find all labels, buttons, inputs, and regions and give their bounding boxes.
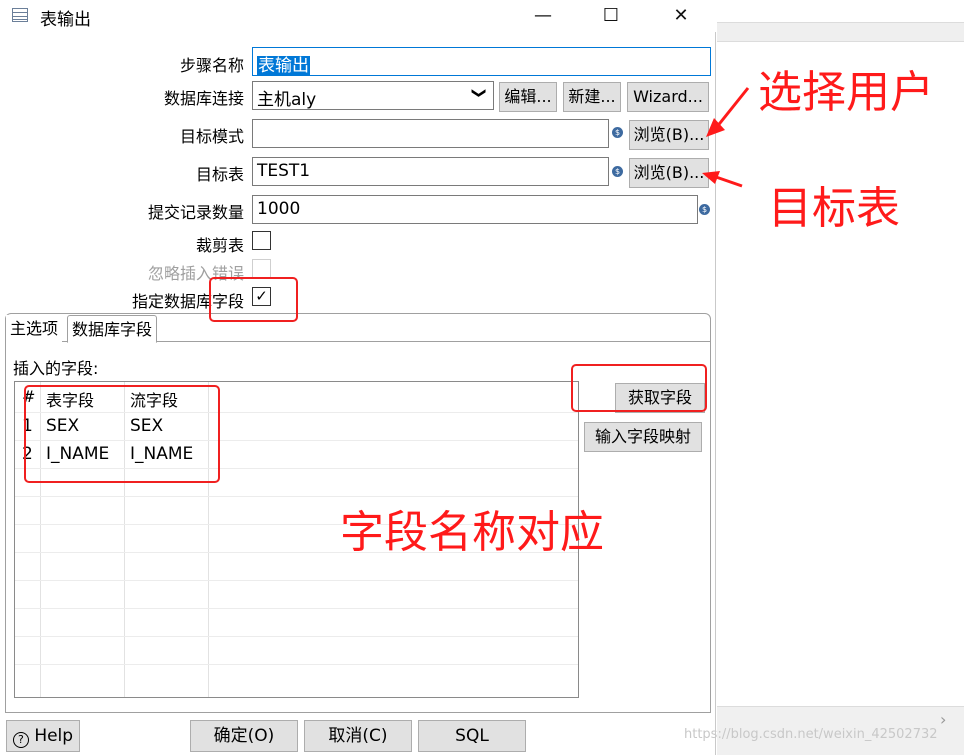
sql-button[interactable]: SQL bbox=[418, 720, 526, 752]
background-toolbar bbox=[717, 22, 964, 42]
connection-value: 主机aly bbox=[257, 90, 317, 110]
field-mapping-button[interactable]: 输入字段映射 bbox=[584, 422, 702, 452]
chevron-down-icon: ❯ bbox=[471, 87, 488, 99]
schema-label: 目标模式 bbox=[179, 127, 244, 146]
arrow-to-browse-schema bbox=[714, 87, 750, 129]
target-table-label: 目标表 bbox=[195, 165, 244, 184]
tab-database-fields[interactable]: 数据库字段 bbox=[67, 315, 158, 343]
annotation-target-table: 目标表 bbox=[768, 183, 900, 234]
wizard-button[interactable]: Wizard... bbox=[627, 82, 709, 112]
minimize-button[interactable]: — bbox=[520, 4, 566, 28]
step-name-value: 表输出 bbox=[257, 56, 310, 76]
connection-select[interactable]: 主机aly ❯ bbox=[252, 81, 494, 110]
annotation-choose-user: 选择用户 bbox=[758, 67, 934, 118]
title-bar: 表输出 — ☐ ✕ bbox=[0, 0, 716, 32]
arrow-to-browse-table bbox=[715, 175, 743, 188]
ignore-errors-checkbox[interactable] bbox=[252, 259, 271, 278]
variable-icon: $ bbox=[612, 127, 623, 138]
annotation-arrows bbox=[702, 87, 750, 188]
step-name-input[interactable]: 表输出 bbox=[252, 47, 711, 76]
target-table-input[interactable]: TEST1 bbox=[252, 157, 609, 186]
fields-caption: 插入的字段: bbox=[13, 359, 99, 378]
new-connection-button[interactable]: 新建... bbox=[563, 82, 621, 112]
maximize-button[interactable]: ☐ bbox=[588, 4, 634, 28]
annotation-box-field-rows bbox=[24, 385, 220, 483]
screen: › 表输出 — ☐ ✕ 步骤名称 表输出 数据库连接 主机aly ❯ 编辑...… bbox=[0, 0, 964, 755]
annotation-box-specify-fields bbox=[209, 277, 298, 322]
step-name-label: 步骤名称 bbox=[179, 56, 244, 75]
variable-icon: $ bbox=[699, 204, 710, 215]
help-label: Help bbox=[34, 726, 74, 746]
watermark: https://blog.csdn.net/weixin_42502732 bbox=[684, 727, 938, 742]
tab-main-options[interactable]: 主选项 bbox=[6, 315, 63, 342]
schema-input[interactable] bbox=[252, 119, 609, 148]
annotation-box-get-fields bbox=[571, 364, 707, 412]
connection-label: 数据库连接 bbox=[163, 89, 244, 108]
commit-size-label: 提交记录数量 bbox=[147, 203, 244, 222]
variable-icon: $ bbox=[612, 166, 623, 177]
ok-button[interactable]: 确定(O) bbox=[190, 720, 298, 752]
arrow-head-icon bbox=[702, 171, 720, 184]
cancel-button[interactable]: 取消(C) bbox=[304, 720, 412, 752]
edit-connection-button[interactable]: 编辑... bbox=[499, 82, 557, 112]
help-button[interactable]: ? Help bbox=[6, 720, 80, 752]
browse-schema-button[interactable]: 浏览(B)... bbox=[629, 120, 709, 150]
help-icon: ? bbox=[12, 732, 29, 748]
annotation-field-mapping: 字段名称对应 bbox=[340, 507, 604, 558]
commit-size-input[interactable]: 1000 bbox=[252, 195, 698, 224]
chevron-right-icon[interactable]: › bbox=[940, 710, 946, 729]
close-button[interactable]: ✕ bbox=[658, 4, 704, 28]
specify-fields-label: 指定数据库字段 bbox=[131, 292, 244, 311]
truncate-label: 裁剪表 bbox=[195, 236, 244, 255]
table-icon bbox=[12, 8, 28, 22]
window-title: 表输出 bbox=[40, 10, 91, 30]
browse-table-button[interactable]: 浏览(B)... bbox=[629, 158, 709, 188]
truncate-checkbox[interactable] bbox=[252, 231, 271, 250]
ignore-errors-label: 忽略插入错误 bbox=[147, 264, 244, 283]
